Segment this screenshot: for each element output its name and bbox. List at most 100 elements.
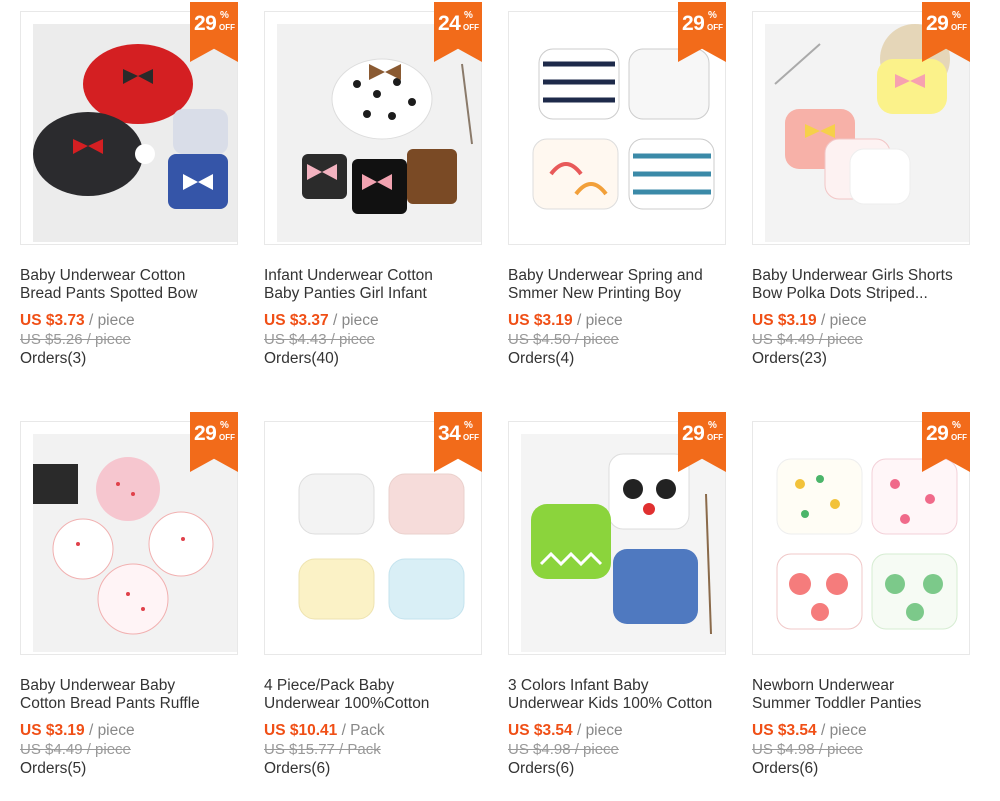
product-card[interactable]: 29 % OFF Baby Underwear Baby Cotton Brea… [20,412,238,801]
price-unit: / piece [576,722,623,739]
current-price: US $3.19 [508,312,573,329]
product-title-line[interactable]: Underwear Kids 100% Cotton [508,695,726,713]
price-line: US $3.54 / piece [508,722,623,740]
discount-value: 29 [194,12,217,35]
current-price: US $3.37 [264,312,329,329]
product-image[interactable]: 29 % OFF [508,2,726,245]
product-title[interactable]: Baby Underwear Girls Shorts Bow Polka Do… [752,267,970,303]
product-title-line[interactable]: Bow Polka Dots Striped... [752,285,970,303]
price-unit: / Pack [341,722,385,739]
product-title[interactable]: Baby Underwear Baby Cotton Bread Pants R… [20,677,238,713]
price-unit: / piece [820,722,867,739]
product-card[interactable]: 29 % OFF Baby Underwear Cotton Bread Pan… [20,2,238,391]
orders-count: Orders(3) [20,350,87,367]
off-label: OFF [951,433,967,442]
product-card[interactable]: 29 % OFF Baby Underwear Girls Shorts Bow… [752,2,970,391]
off-label: OFF [707,433,723,442]
percent-symbol: % [708,10,717,21]
product-title-line[interactable]: Baby Underwear Girls Shorts [752,267,970,285]
product-title-line[interactable]: Cotton Bread Pants Ruffle [20,695,238,713]
product-title-line[interactable]: Baby Panties Girl Infant [264,285,482,303]
product-card[interactable]: 29 % OFF Newborn Underwear Summer Toddle… [752,412,970,801]
current-price: US $3.73 [20,312,85,329]
original-price: US $4.49 / piece [20,741,131,758]
product-title[interactable]: Infant Underwear Cotton Baby Panties Gir… [264,267,482,303]
current-price: US $3.19 [20,722,85,739]
discount-value: 34 [438,422,461,445]
percent-symbol: % [220,420,229,431]
product-title[interactable]: Baby Underwear Cotton Bread Pants Spotte… [20,267,238,303]
original-price: US $4.98 / piece [752,741,863,758]
product-title[interactable]: Baby Underwear Spring and Smmer New Prin… [508,267,726,303]
product-card[interactable]: 29 % OFF 3 Colors Infant Baby Underwear … [508,412,726,801]
product-image[interactable]: 34 % OFF [264,412,482,655]
product-title-line[interactable]: Baby Underwear Spring and [508,267,726,285]
original-price: US $4.50 / piece [508,331,619,348]
discount-value: 29 [926,12,949,35]
price-line: US $3.37 / piece [264,312,379,330]
original-price: US $5.26 / piece [20,331,131,348]
product-title-line[interactable]: 4 Piece/Pack Baby [264,677,482,695]
original-price: US $4.43 / piece [264,331,375,348]
price-line: US $3.54 / piece [752,722,867,740]
price-unit: / piece [820,312,867,329]
original-price: US $4.98 / piece [508,741,619,758]
product-title[interactable]: Newborn Underwear Summer Toddler Panties [752,677,970,713]
orders-count: Orders(6) [752,760,819,777]
product-image[interactable]: 29 % OFF [20,412,238,655]
off-label: OFF [951,23,967,32]
product-card[interactable]: 34 % OFF 4 Piece/Pack Baby Underwear 100… [264,412,482,801]
product-title-line[interactable]: Baby Underwear Cotton [20,267,238,285]
off-label: OFF [219,433,235,442]
product-title-line[interactable]: Underwear 100%Cotton [264,695,482,713]
off-label: OFF [707,23,723,32]
price-unit: / piece [576,312,623,329]
product-image[interactable]: 24 % OFF [264,2,482,245]
product-image[interactable]: 29 % OFF [752,2,970,245]
discount-value: 29 [926,422,949,445]
orders-count: Orders(6) [508,760,575,777]
orders-count: Orders(5) [20,760,87,777]
product-title-line[interactable]: Baby Underwear Baby [20,677,238,695]
percent-symbol: % [952,420,961,431]
orders-count: Orders(40) [264,350,339,367]
price-unit: / piece [88,312,135,329]
percent-symbol: % [952,10,961,21]
product-title-line[interactable]: Newborn Underwear [752,677,970,695]
percent-symbol: % [220,10,229,21]
product-title-line[interactable]: Summer Toddler Panties [752,695,970,713]
discount-value: 24 [438,12,461,35]
product-card[interactable]: 29 % OFF Baby Underwear Spring and Smmer… [508,2,726,391]
discount-value: 29 [682,422,705,445]
off-label: OFF [463,433,479,442]
original-price: US $15.77 / Pack [264,741,381,758]
product-title[interactable]: 4 Piece/Pack Baby Underwear 100%Cotton [264,677,482,713]
product-image[interactable]: 29 % OFF [20,2,238,245]
original-price: US $4.49 / piece [752,331,863,348]
current-price: US $3.54 [508,722,573,739]
price-line: US $10.41 / Pack [264,722,385,740]
orders-count: Orders(6) [264,760,331,777]
product-title-line[interactable]: Smmer New Printing Boy [508,285,726,303]
price-line: US $3.73 / piece [20,312,135,330]
product-title-line[interactable]: Bread Pants Spotted Bow [20,285,238,303]
product-title-line[interactable]: Infant Underwear Cotton [264,267,482,285]
current-price: US $10.41 [264,722,338,739]
current-price: US $3.19 [752,312,817,329]
off-label: OFF [463,23,479,32]
discount-value: 29 [682,12,705,35]
product-card[interactable]: 24 % OFF Infant Underwear Cotton Baby Pa… [264,2,482,391]
discount-value: 29 [194,422,217,445]
current-price: US $3.54 [752,722,817,739]
price-unit: / piece [88,722,135,739]
product-image[interactable]: 29 % OFF [508,412,726,655]
price-line: US $3.19 / piece [508,312,623,330]
orders-count: Orders(23) [752,350,827,367]
product-title-line[interactable]: 3 Colors Infant Baby [508,677,726,695]
percent-symbol: % [708,420,717,431]
orders-count: Orders(4) [508,350,575,367]
product-title[interactable]: 3 Colors Infant Baby Underwear Kids 100%… [508,677,726,713]
price-line: US $3.19 / piece [752,312,867,330]
price-line: US $3.19 / piece [20,722,135,740]
product-image[interactable]: 29 % OFF [752,412,970,655]
